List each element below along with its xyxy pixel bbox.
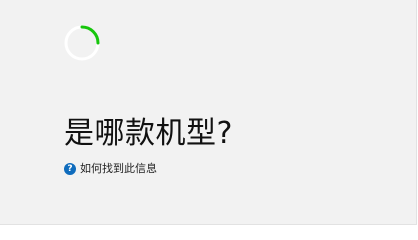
help-link-label[interactable]: 如何找到此信息 — [80, 162, 157, 176]
spinner-icon — [63, 24, 101, 62]
question-circle-icon: ? — [64, 163, 76, 175]
setup-panel: 是哪款机型? ? 如何找到此信息 — [0, 0, 417, 225]
help-link[interactable]: ? 如何找到此信息 — [64, 162, 157, 176]
page-title: 是哪款机型? — [64, 116, 233, 151]
